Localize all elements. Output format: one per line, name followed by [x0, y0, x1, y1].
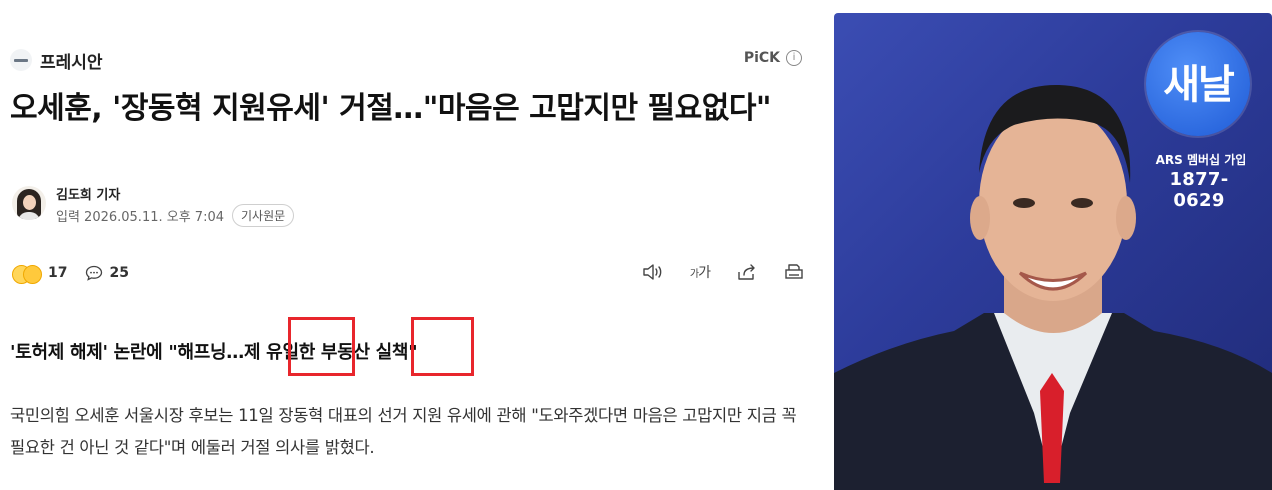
- article-toolbar: 가가: [642, 262, 804, 282]
- reporter-name[interactable]: 김도희 기자: [56, 184, 120, 203]
- comment-icon[interactable]: [85, 265, 103, 281]
- reactions-bar: 17 25: [12, 262, 129, 284]
- highlight-box-unique: [288, 317, 355, 376]
- share-icon[interactable]: [736, 263, 758, 281]
- comment-count[interactable]: 25: [109, 265, 128, 281]
- news-photo: 새날 ARS 멤버십 가입 1877-0629: [834, 13, 1272, 490]
- article: 프레시안 PiCK i 오세훈, '장동혁 지원유세' 거절…"마음은 고맙지만…: [0, 0, 820, 490]
- pick-label: PiCK: [743, 50, 780, 66]
- channel-logo: 새날: [1146, 32, 1250, 136]
- font-size-icon[interactable]: 가가: [690, 262, 711, 282]
- dateline: 입력 2026.05.11. 오후 7:04 기사원문: [56, 204, 295, 227]
- highlight-box-failure: [411, 317, 474, 376]
- press-name[interactable]: 프레시안: [40, 48, 103, 73]
- original-article-button[interactable]: 기사원문: [232, 204, 295, 227]
- speaker-icon[interactable]: [642, 263, 664, 281]
- ars-membership-label: ARS 멤버십 가입: [1155, 153, 1247, 167]
- info-icon[interactable]: i: [786, 50, 802, 66]
- published-date: 입력 2026.05.11. 오후 7:04: [56, 210, 224, 225]
- ars-phone-number: 1877-0629: [1169, 169, 1229, 211]
- press-logo-icon: [10, 49, 32, 71]
- press-row[interactable]: 프레시안: [10, 48, 103, 73]
- channel-logo-text: 새날: [1163, 62, 1235, 108]
- print-icon[interactable]: [784, 263, 804, 281]
- article-body: 국민의힘 오세훈 서울시장 후보는 11일 장동혁 대표의 선거 지원 유세에 …: [10, 406, 797, 457]
- reporter-avatar[interactable]: [12, 186, 46, 220]
- reaction-count[interactable]: 17: [48, 265, 67, 281]
- article-subheading: '토허제 해제' 논란에 "해프닝…제 유일한 부동산 실책": [10, 342, 418, 363]
- article-headline: 오세훈, '장동혁 지원유세' 거절…"마음은 고맙지만 필요없다": [10, 91, 772, 126]
- pick-badge[interactable]: PiCK i: [744, 50, 802, 66]
- emoji-reaction-icon[interactable]: [12, 262, 42, 284]
